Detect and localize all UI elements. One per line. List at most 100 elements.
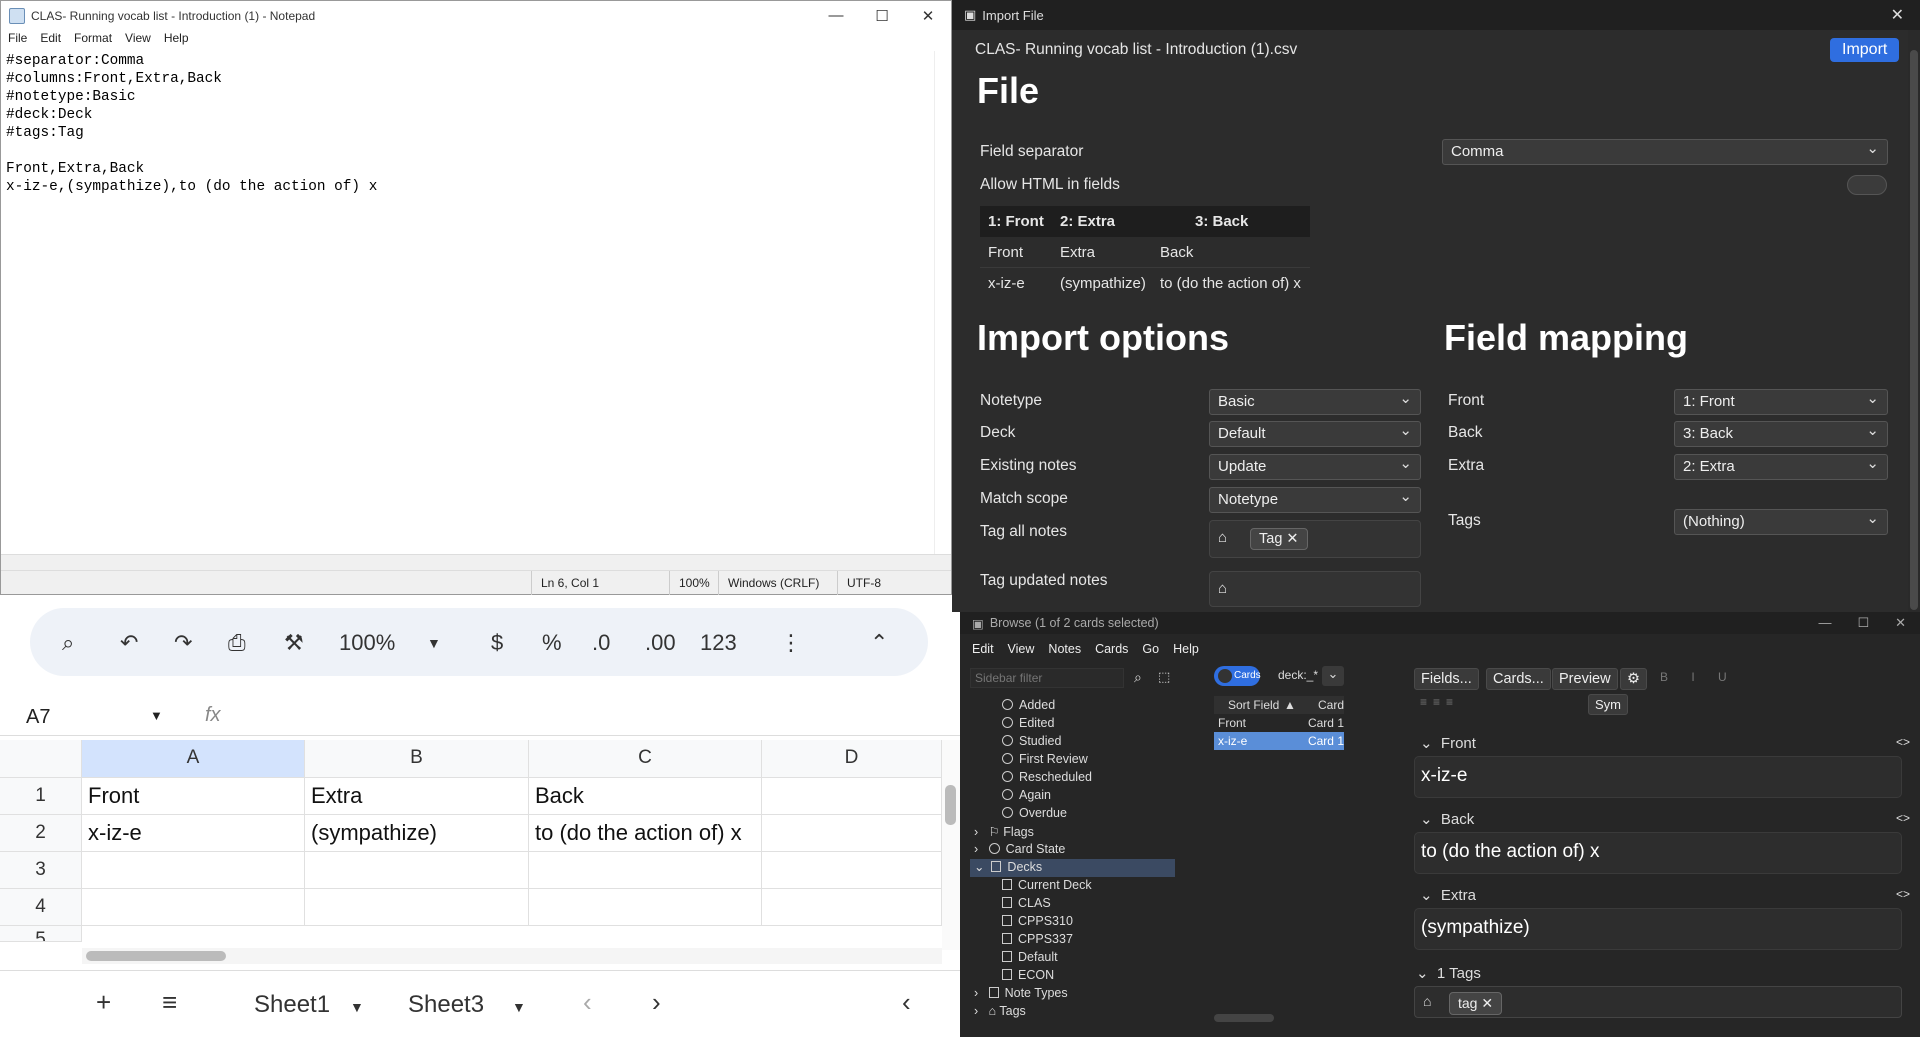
name-box-dropdown-icon[interactable]: ▼ [150, 708, 163, 723]
menu-format[interactable]: Format [74, 31, 112, 51]
sidebar-item-flags[interactable]: › ⚐ Flags [974, 824, 1034, 839]
sidebar-item-deck[interactable]: CLAS [1002, 896, 1051, 910]
add-sheet-icon[interactable]: + [96, 987, 111, 1018]
sidebar-item-rescheduled[interactable]: Rescheduled [1002, 770, 1092, 784]
percent-button[interactable]: % [542, 630, 562, 656]
increase-decimal-button[interactable]: .00 [645, 630, 676, 656]
cell[interactable] [762, 778, 942, 815]
name-box[interactable]: A7 [26, 706, 50, 729]
row-header[interactable]: 3 [0, 852, 82, 889]
close-icon[interactable]: ✕ [1895, 615, 1906, 631]
match-scope-select[interactable]: Notetype [1209, 487, 1421, 513]
html-editor-icon[interactable]: <> [1896, 735, 1910, 749]
list-format-icon[interactable]: ≡≡≡ [1420, 695, 1459, 709]
minimize-icon[interactable]: — [813, 7, 859, 25]
menu-file[interactable]: File [8, 31, 27, 51]
symbol-button[interactable]: Sym [1588, 694, 1628, 715]
cell[interactable]: to (do the action of) x [529, 815, 762, 852]
sidebar-item-deck[interactable]: CPPS310 [1002, 914, 1073, 928]
cell[interactable]: (sympathize) [305, 815, 529, 852]
cell[interactable] [305, 852, 529, 889]
menu-edit[interactable]: Edit [40, 31, 61, 51]
chevron-down-icon[interactable]: ▼ [512, 999, 526, 1015]
decrease-decimal-button[interactable]: .0 [592, 630, 610, 656]
mapping-front-select[interactable]: 1: Front [1674, 389, 1888, 415]
all-sheets-icon[interactable]: ≡ [162, 987, 177, 1018]
tag-chip[interactable]: Tag ✕ [1250, 528, 1308, 550]
deck-select[interactable]: Default [1209, 421, 1421, 447]
mapping-back-select[interactable]: 3: Back [1674, 421, 1888, 447]
search-icon[interactable]: ⌕ [1134, 669, 1142, 686]
sidebar-item-deck[interactable]: Default [1002, 950, 1058, 964]
row-header[interactable]: 2 [0, 815, 82, 852]
row-header[interactable]: 5 [0, 926, 82, 942]
search-icon[interactable]: ⌕ [62, 630, 74, 656]
field-editor-front[interactable]: x-iz-e [1414, 756, 1902, 798]
search-history-dropdown-icon[interactable]: ⌄ [1322, 666, 1344, 686]
tag-editor[interactable]: ⌂ tag ✕ [1414, 986, 1902, 1018]
print-icon[interactable]: ⎙ [228, 630, 246, 656]
select-icon[interactable]: ⬚ [1158, 669, 1170, 685]
sidebar-item-overdue[interactable]: Overdue [1002, 806, 1067, 820]
field-editor-back[interactable]: to (do the action of) x [1414, 832, 1902, 874]
cell[interactable] [762, 889, 942, 926]
sidebar-item-studied[interactable]: Studied [1002, 734, 1061, 748]
html-editor-icon[interactable]: <> [1896, 887, 1910, 901]
currency-button[interactable]: $ [491, 630, 503, 656]
horizontal-scrollbar[interactable] [1, 554, 951, 570]
menu-go[interactable]: Go [1142, 642, 1159, 656]
sidebar-item-deck[interactable]: ECON [1002, 968, 1054, 982]
tag-chip[interactable]: tag ✕ [1449, 992, 1503, 1015]
cell[interactable] [82, 889, 305, 926]
minimize-icon[interactable]: — [1818, 615, 1831, 631]
field-editor-extra[interactable]: (sympathize) [1414, 908, 1902, 950]
preview-button[interactable]: Preview [1552, 668, 1618, 690]
cell[interactable] [762, 815, 942, 852]
scroll-right-icon[interactable]: › [652, 987, 661, 1018]
format-toolbar-icon[interactable]: B I U [1660, 670, 1737, 684]
sidebar-filter-input[interactable] [970, 668, 1124, 688]
table-row-selected[interactable]: x-iz-e Card 1 [1214, 732, 1344, 750]
sidebar-item-first-review[interactable]: First Review [1002, 752, 1088, 766]
col-header-d[interactable]: D [762, 740, 942, 778]
cell[interactable] [82, 852, 305, 889]
sidebar-item-card-state[interactable]: › Card State [974, 842, 1065, 856]
more-icon[interactable]: ⋮ [780, 630, 802, 656]
allow-html-toggle[interactable] [1847, 175, 1887, 195]
collapse-toolbar-icon[interactable]: ⌃ [870, 630, 888, 656]
redo-icon[interactable]: ↷ [174, 630, 192, 656]
col-header-a[interactable]: A [82, 740, 305, 778]
collapse-icon[interactable]: ‹ [902, 987, 911, 1018]
menu-help[interactable]: Help [164, 31, 189, 51]
format-number-button[interactable]: 123 [700, 630, 737, 656]
existing-notes-select[interactable]: Update [1209, 454, 1421, 480]
sidebar-item-decks[interactable]: ⌄ Decks [970, 859, 1175, 877]
cell[interactable] [529, 852, 762, 889]
tag-updated-input[interactable]: ⌂ [1209, 571, 1421, 607]
vertical-scrollbar[interactable] [934, 51, 951, 571]
table-row[interactable]: Front Card 1 [1214, 714, 1344, 732]
vertical-scrollbar[interactable] [942, 740, 960, 950]
cell[interactable] [529, 889, 762, 926]
sidebar-item-note-types[interactable]: › Note Types [974, 986, 1068, 1000]
sidebar-item-added[interactable]: Added [1002, 698, 1055, 712]
notepad-text-area[interactable]: #separator:Comma #columns:Front,Extra,Ba… [6, 52, 377, 196]
close-icon[interactable]: ✕ [905, 7, 951, 25]
chevron-down-icon[interactable]: ▼ [350, 999, 364, 1015]
sheet-tab[interactable]: Sheet3 [408, 991, 484, 1019]
sidebar-item-current-deck[interactable]: Current Deck [1002, 878, 1092, 892]
scroll-left-icon[interactable]: ‹ [583, 987, 592, 1018]
settings-gear-icon[interactable]: ⚙ [1620, 668, 1647, 690]
sidebar-item-edited[interactable]: Edited [1002, 716, 1054, 730]
sidebar-item-tags[interactable]: › ⌂ Tags [974, 1004, 1026, 1018]
cell[interactable] [305, 889, 529, 926]
horizontal-scrollbar[interactable] [1214, 1014, 1274, 1022]
cell[interactable]: x-iz-e [82, 815, 305, 852]
mapping-tags-select[interactable]: (Nothing) [1674, 509, 1888, 535]
cell[interactable]: Front [82, 778, 305, 815]
vertical-scrollbar[interactable] [1908, 30, 1920, 612]
undo-icon[interactable]: ↶ [120, 630, 138, 656]
maximize-icon[interactable]: ☐ [859, 7, 905, 25]
zoom-dropdown-icon[interactable]: ▼ [427, 635, 441, 651]
html-editor-icon[interactable]: <> [1896, 811, 1910, 825]
